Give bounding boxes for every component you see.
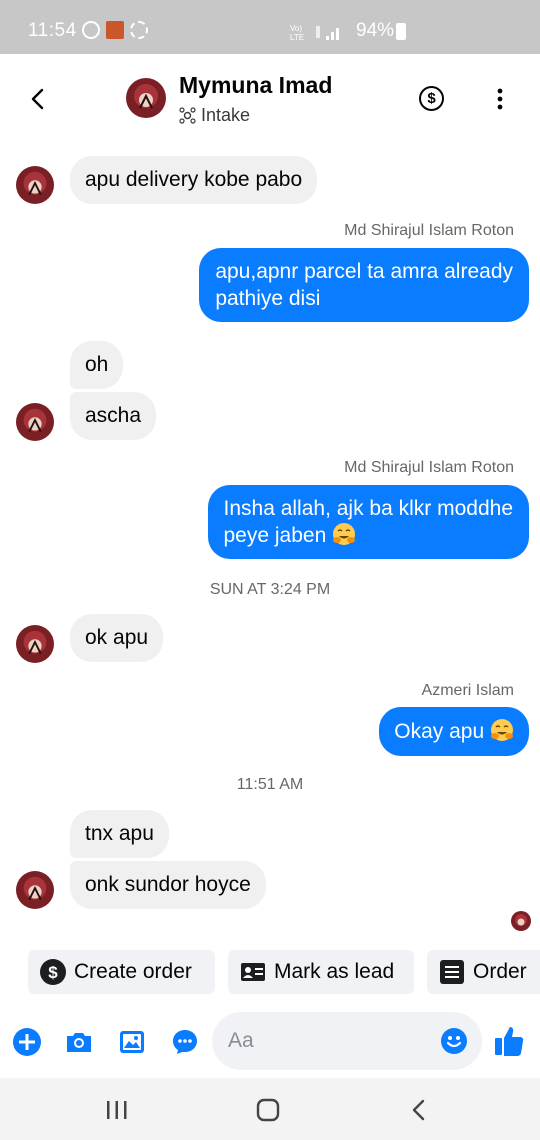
battery-icon <box>396 23 406 40</box>
message-line-text: peye jaben <box>223 524 327 547</box>
emoji-icon[interactable] <box>440 1027 468 1055</box>
plus-icon[interactable] <box>12 1027 42 1057</box>
recent-apps-icon[interactable] <box>104 1098 130 1122</box>
contact-avatar[interactable] <box>126 78 166 118</box>
battery-percentage: 94% <box>356 20 395 41</box>
list-icon <box>440 960 464 984</box>
sender-name: Md Shirajul Islam Roton <box>344 459 514 476</box>
mark-as-lead-button[interactable]: Mark as lead <box>228 950 414 994</box>
message-text: Okay apu <box>394 720 485 743</box>
sender-name: Azmeri Islam <box>421 682 514 699</box>
contact-avatar-small[interactable] <box>16 166 54 204</box>
order-label: Order <box>473 960 527 983</box>
outgoing-message[interactable]: apu,apnr parcel ta amra already pathiye … <box>199 248 529 322</box>
message-line: peye jaben <box>224 522 514 549</box>
back-arrow-icon[interactable] <box>26 84 50 114</box>
dollar-icon[interactable]: $ <box>419 86 444 111</box>
notification-icon <box>82 21 100 39</box>
dollar-circle-icon: $ <box>40 959 66 985</box>
order-button[interactable]: Order <box>427 950 540 994</box>
svg-text:Vo): Vo) <box>290 24 302 33</box>
incoming-message[interactable]: ok apu <box>70 614 164 662</box>
system-nav-bar <box>0 1078 540 1140</box>
status-notification-icons <box>82 21 148 39</box>
create-order-button[interactable]: $ Create order <box>28 950 215 994</box>
message-line: Insha allah, ajk ba klkr moddhe <box>223 497 514 520</box>
message-input-container[interactable] <box>212 1012 482 1070</box>
home-icon[interactable] <box>255 1098 281 1122</box>
outgoing-message[interactable]: Insha allah, ajk ba klkr moddhe peye jab… <box>207 485 529 559</box>
thumbs-up-icon[interactable] <box>493 1024 525 1058</box>
smiling-hug-emoji-icon <box>333 523 356 545</box>
create-order-label: Create order <box>74 960 192 983</box>
system-back-icon[interactable] <box>406 1098 432 1122</box>
contact-avatar-small[interactable] <box>16 871 54 909</box>
sender-name: Md Shirajul Islam Roton <box>344 222 514 239</box>
chat-bubble-icon[interactable] <box>170 1027 200 1057</box>
status-bar: 11:54 Vo) LTE 94% <box>0 0 540 54</box>
message-input[interactable] <box>228 1026 428 1056</box>
incoming-message[interactable]: ascha <box>70 392 157 440</box>
svg-text:$: $ <box>48 963 58 982</box>
contact-card-icon <box>241 963 265 981</box>
message-line: pathiye disi <box>215 287 321 310</box>
timestamp: 11:51 AM <box>236 776 304 793</box>
smiling-hug-emoji-icon <box>491 719 513 741</box>
status-time: 11:54 <box>28 20 77 41</box>
contact-avatar-small[interactable] <box>16 625 54 663</box>
photo-icon[interactable] <box>117 1027 147 1057</box>
mark-as-lead-label: Mark as lead <box>274 960 395 983</box>
svg-text:LTE: LTE <box>290 33 304 42</box>
incoming-message[interactable]: tnx apu <box>70 810 169 858</box>
sync-icon <box>130 21 148 39</box>
contact-avatar-small[interactable] <box>16 403 54 441</box>
camera-icon[interactable] <box>64 1027 94 1057</box>
app-notification-icon <box>106 21 124 39</box>
contact-subtitle[interactable]: Intake <box>179 105 250 126</box>
stage-icon <box>179 107 196 124</box>
contact-stage-label: Intake <box>201 105 251 125</box>
incoming-message[interactable]: oh <box>70 341 124 389</box>
more-vertical-icon[interactable] <box>495 88 505 110</box>
message-line: apu,apnr parcel ta amra already <box>215 260 513 283</box>
outgoing-message[interactable]: Okay apu <box>379 707 529 756</box>
contact-name[interactable]: Mymuna Imad <box>179 72 332 99</box>
chat-header: Mymuna Imad Intake $ <box>0 54 540 144</box>
incoming-message[interactable]: apu delivery kobe pabo <box>70 156 318 204</box>
incoming-message[interactable]: onk sundor hoyce <box>70 861 266 909</box>
timestamp: SUN AT 3:24 PM <box>209 581 331 598</box>
signal-icon: Vo) LTE <box>290 24 339 42</box>
seen-receipt-avatar <box>511 911 531 931</box>
